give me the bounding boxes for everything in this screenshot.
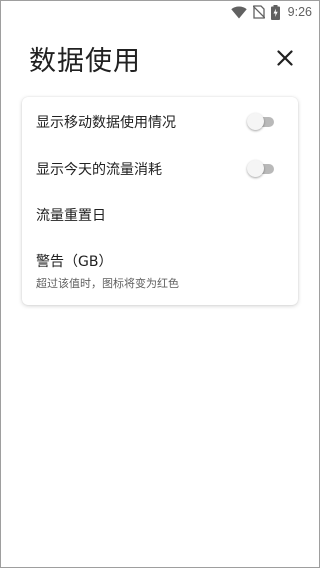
toggle-thumb <box>247 113 264 130</box>
data-usage-settings-card: 显示移动数据使用情况 显示今天的流量消耗 流量重置日 警告（GB） 超过该值时，… <box>22 97 298 305</box>
page-title: 数据使用 <box>29 45 141 77</box>
reset-day-label: 流量重置日 <box>36 208 106 224</box>
show-mobile-data-usage-label: 显示移动数据使用情况 <box>36 115 176 131</box>
show-mobile-data-usage-row[interactable]: 显示移动数据使用情况 <box>22 107 298 137</box>
status-time: 9:26 <box>287 5 312 19</box>
close-button[interactable] <box>270 43 300 73</box>
reset-day-row[interactable]: 流量重置日 <box>22 200 298 230</box>
toggle-thumb <box>247 160 264 177</box>
status-bar: 9:26 <box>0 0 320 24</box>
close-icon <box>277 50 293 66</box>
warning-threshold-label: 警告（GB） <box>36 254 113 270</box>
page-header: 数据使用 <box>29 36 300 80</box>
show-today-usage-row[interactable]: 显示今天的流量消耗 <box>22 154 298 184</box>
battery-charging-icon <box>270 4 280 20</box>
no-sim-icon <box>252 5 265 19</box>
show-today-usage-label: 显示今天的流量消耗 <box>36 162 162 178</box>
show-mobile-data-usage-toggle[interactable] <box>247 113 276 130</box>
show-today-usage-toggle[interactable] <box>247 160 276 177</box>
warning-threshold-row[interactable]: 警告（GB） 超过该值时，图标将变为红色 <box>22 249 298 293</box>
warning-threshold-description: 超过该值时，图标将变为红色 <box>36 277 179 290</box>
wifi-icon <box>230 6 247 19</box>
warning-threshold-text: 警告（GB） 超过该值时，图标将变为红色 <box>36 251 179 291</box>
